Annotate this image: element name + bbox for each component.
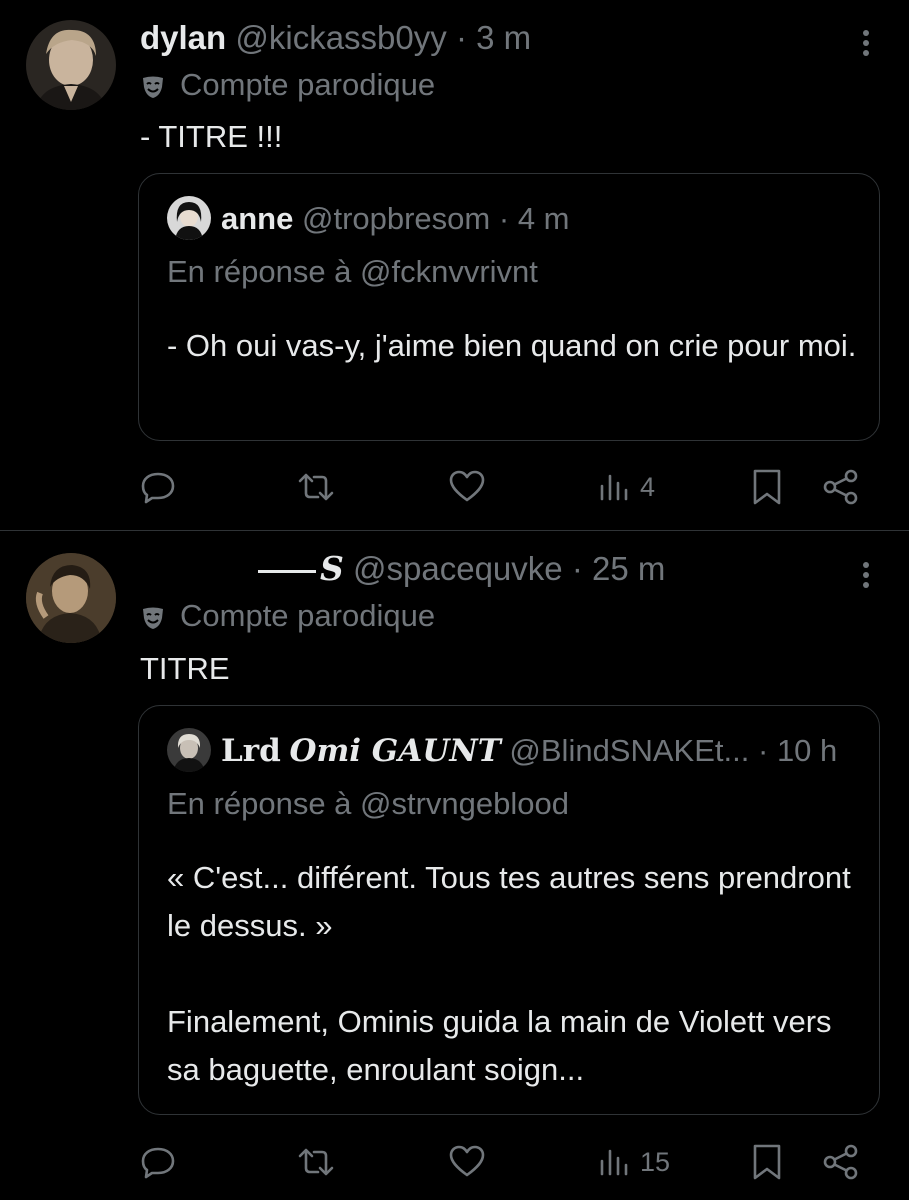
more-vertical-icon[interactable] xyxy=(861,562,871,592)
quote-author-handle[interactable]: @tropbresom xyxy=(302,201,490,236)
quote-paragraph: - Oh oui vas-y, j'aime bien quand on cri… xyxy=(167,328,857,363)
timestamp[interactable]: 3 m xyxy=(476,19,531,56)
author-name[interactable]: dylan xyxy=(140,19,226,56)
views-button[interactable]: 4 xyxy=(598,462,655,512)
more-vertical-icon[interactable] xyxy=(861,30,871,60)
reply-icon xyxy=(141,1147,175,1179)
tweet-text: TITRE xyxy=(140,651,230,686)
author-handle[interactable]: @kickassb0yy xyxy=(235,19,446,56)
theater-mask-icon xyxy=(143,607,163,629)
views-button[interactable]: 15 xyxy=(598,1137,670,1187)
tweet[interactable]: dylan @kickassb0yy · 3 m Compte parodiqu… xyxy=(0,0,909,531)
author-name[interactable]: S xyxy=(320,549,344,588)
parody-text: Compte parodique xyxy=(180,598,436,633)
separator-dot: · xyxy=(757,733,769,768)
quote-author-handle[interactable]: @BlindSNAKEt... xyxy=(509,733,749,768)
bookmark-button[interactable] xyxy=(750,462,784,512)
bookmark-button[interactable] xyxy=(750,1137,784,1187)
reply-icon xyxy=(141,472,175,504)
retweet-icon xyxy=(298,473,334,501)
reply-button[interactable] xyxy=(140,1137,176,1187)
share-button[interactable] xyxy=(822,1137,860,1187)
quote-avatar xyxy=(167,728,211,772)
quote-author-name-part2[interactable]: Omi GAUNT xyxy=(289,733,500,769)
tweet[interactable]: S @spacequvke · 25 m Compte parodique TI… xyxy=(0,531,909,1200)
quote-author-name[interactable]: anne xyxy=(221,201,293,236)
bookmark-icon xyxy=(753,469,781,505)
like-button[interactable] xyxy=(448,1137,486,1187)
quote-paragraph: Finalement, Ominis guida la main de Viol… xyxy=(167,1004,832,1087)
action-bar: 4 xyxy=(0,462,909,512)
quote-timestamp: 10 h xyxy=(776,733,838,768)
views-icon xyxy=(600,474,628,501)
parody-label: Compte parodique xyxy=(140,596,435,636)
action-bar: 15 xyxy=(0,1137,909,1187)
quote-author-name-part1[interactable]: Lrd xyxy=(221,733,281,769)
heart-icon xyxy=(449,470,485,502)
share-button[interactable] xyxy=(822,462,860,512)
parody-text: Compte parodique xyxy=(180,67,436,102)
share-icon xyxy=(823,1144,858,1180)
share-icon xyxy=(823,469,858,505)
retweet-button[interactable] xyxy=(296,462,336,512)
retweet-button[interactable] xyxy=(296,1137,336,1187)
quoted-tweet[interactable]: anne @tropbresom · 4 m En réponse à @fck… xyxy=(138,173,880,441)
reply-context: En réponse à @fcknvvrivnt xyxy=(167,254,538,289)
quote-paragraph: « C'est... différent. Tous tes autres se… xyxy=(167,860,851,943)
avatar[interactable] xyxy=(26,553,116,643)
retweet-icon xyxy=(298,1148,334,1176)
separator-dot: · xyxy=(455,19,467,56)
quote-author-row: Lrd Omi GAUNT @BlindSNAKEt... · 10 h xyxy=(221,731,837,771)
views-count: 4 xyxy=(640,471,656,502)
author-handle[interactable]: @spacequvke xyxy=(353,550,563,587)
author-row: S @spacequvke · 25 m xyxy=(140,549,665,589)
quoted-tweet[interactable]: Lrd Omi GAUNT @BlindSNAKEt... · 10 h En … xyxy=(138,705,880,1115)
quote-text: - Oh oui vas-y, j'aime bien quand on cri… xyxy=(167,322,857,370)
like-button[interactable] xyxy=(448,462,486,512)
separator-dot: · xyxy=(498,201,510,236)
views-icon xyxy=(600,1149,628,1176)
bookmark-icon xyxy=(753,1144,781,1180)
heart-icon xyxy=(449,1145,485,1177)
reply-button[interactable] xyxy=(140,462,176,512)
separator-dot: · xyxy=(571,550,583,587)
timestamp[interactable]: 25 m xyxy=(592,550,665,587)
reply-context: En réponse à @strvngeblood xyxy=(167,786,570,821)
theater-mask-icon xyxy=(143,76,163,98)
avatar[interactable] xyxy=(26,20,116,110)
views-count: 15 xyxy=(640,1146,671,1177)
quote-avatar xyxy=(167,196,211,240)
tweet-text: - TITRE !!! xyxy=(140,119,283,154)
parody-label: Compte parodique xyxy=(140,65,435,105)
quote-timestamp: 4 m xyxy=(517,201,570,236)
quote-text: « C'est... différent. Tous tes autres se… xyxy=(167,854,857,1094)
author-row: dylan @kickassb0yy · 3 m xyxy=(140,18,531,58)
quote-author-row: anne @tropbresom · 4 m xyxy=(221,199,570,239)
name-decoration-line xyxy=(258,569,316,573)
